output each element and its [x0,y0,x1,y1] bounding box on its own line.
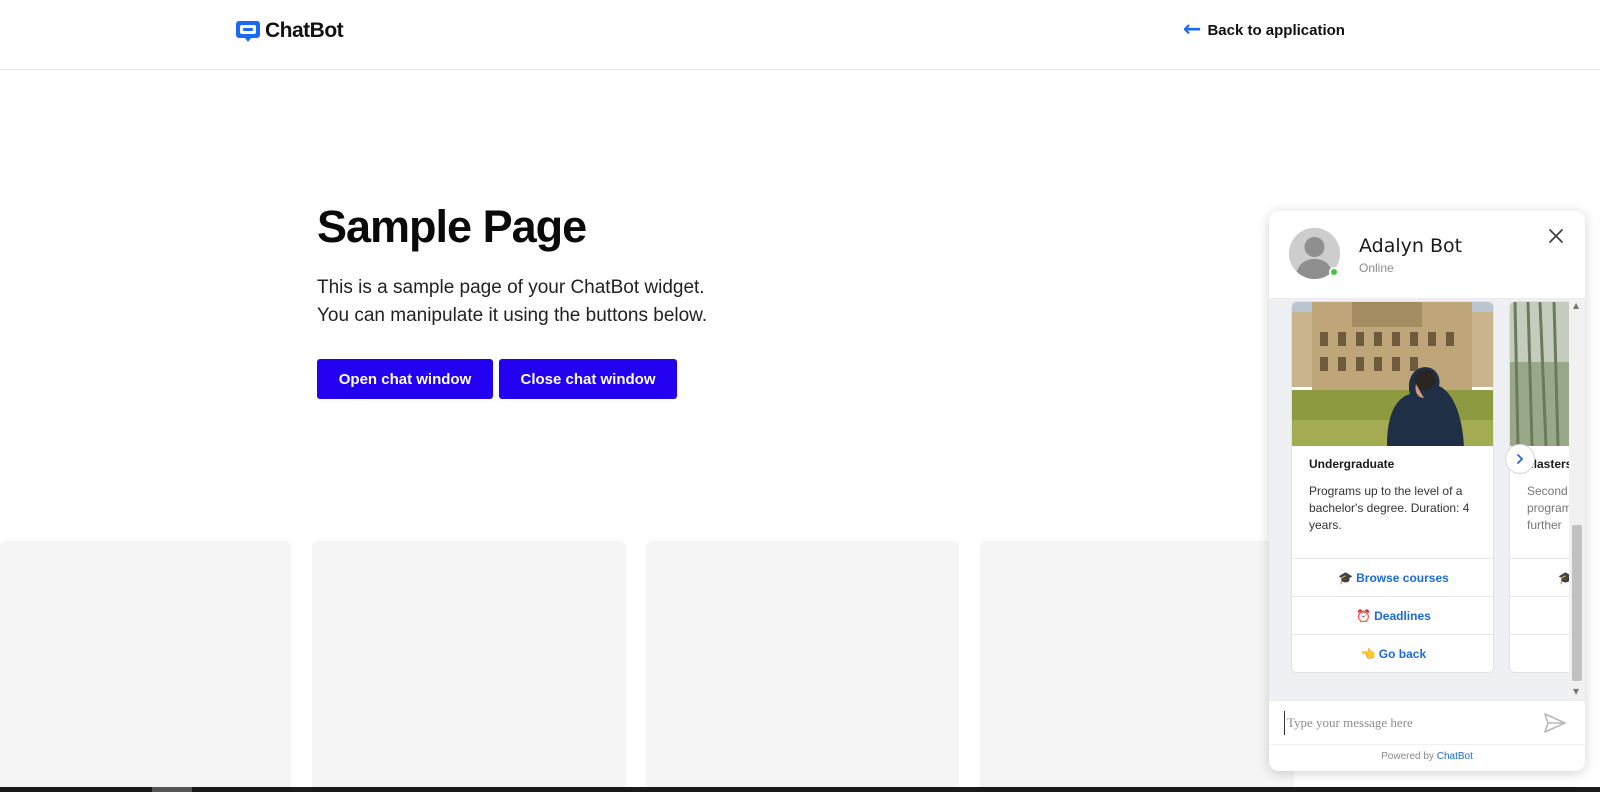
top-header: ChatBot ← Back to application [0,0,1600,70]
scroll-up-arrow-icon[interactable]: ▲ [1573,301,1579,310]
arrow-left-icon: ← [1183,17,1202,42]
go-back-label: Go back [1378,646,1427,661]
card-description: Second programs further [1527,484,1578,532]
graduation-cap-icon: 🎓 [1338,570,1354,585]
message-input[interactable] [1284,711,1534,735]
pointing-hand-icon: 👈 [1360,646,1376,661]
page-subtitle: This is a sample page of your ChatBot wi… [317,274,707,330]
chevron-right-icon [1517,454,1524,464]
open-chat-window-button[interactable]: Open chat window [317,359,493,399]
content-card-placeholder [980,541,1294,792]
bot-name: Adalyn Bot [1359,235,1463,257]
taskbar-strip [0,787,1600,792]
subtitle-line-1: This is a sample page of your ChatBot wi… [317,277,705,298]
close-chat-window-button[interactable]: Close chat window [499,359,677,399]
powered-by-chatbot-link[interactable]: ChatBot [1437,751,1473,762]
back-to-application-link[interactable]: ← Back to application [1183,17,1345,42]
browse-courses-label: Browse courses [1356,570,1449,585]
content-card-placeholder [646,541,959,792]
chat-scrollbar[interactable]: ▲ ▼ [1569,299,1585,700]
content-card-placeholder [0,541,291,792]
scroll-down-arrow-icon[interactable]: ▼ [1573,687,1579,696]
content-card-placeholder [312,541,626,792]
deadlines-label: Deadlines [1374,608,1431,623]
browse-courses-button[interactable]: 🎓 Browse courses [1292,558,1493,596]
chat-header: Adalyn Bot Online [1269,211,1585,299]
carousel-next-button[interactable] [1505,444,1535,474]
online-status-dot [1329,267,1339,277]
go-back-button[interactable]: 👈 Go back [1292,634,1493,672]
subtitle-line-2: You can manipulate it using the buttons … [317,305,708,326]
taskbar-segment [152,787,192,792]
send-icon[interactable] [1544,713,1566,733]
carousel-card: Undergraduate Programs up to the level o… [1291,301,1494,673]
card-description: Programs up to the level of a bachelor's… [1309,484,1470,532]
card-image [1292,302,1493,446]
powered-by-footer: Powered by ChatBot [1269,744,1585,771]
bot-status: Online [1359,261,1394,275]
chatbot-logo[interactable]: ChatBot [235,18,344,44]
close-icon[interactable] [1545,225,1567,247]
card-title: Undergraduate [1309,457,1395,471]
back-link-label: Back to application [1207,21,1345,39]
alarm-clock-icon: ⏰ [1356,608,1372,623]
logo-text: ChatBot [265,19,344,42]
scrollbar-thumb[interactable] [1572,525,1582,681]
deadlines-button[interactable]: ⏰ Deadlines [1292,596,1493,634]
page-title: Sample Page [317,201,587,252]
chat-input-bar [1269,700,1585,744]
chatbot-logo-icon [236,21,260,42]
powered-by-text: Powered by [1381,751,1434,762]
chat-messages-area[interactable]: Undergraduate Programs up to the level o… [1269,299,1585,700]
chat-widget: Adalyn Bot Online Undergraduate Programs… [1269,211,1585,771]
